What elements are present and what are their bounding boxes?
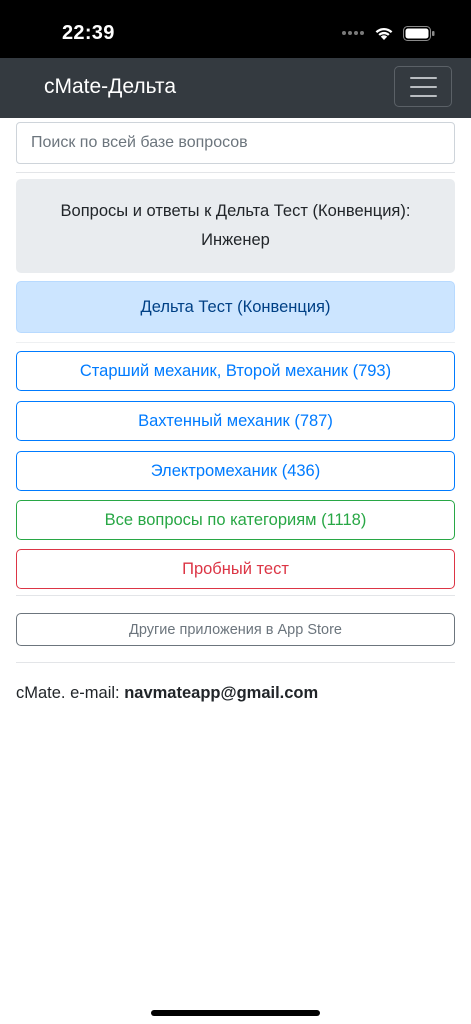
home-indicator (151, 1010, 320, 1016)
divider (16, 595, 455, 596)
main-content: Вопросы и ответы к Дельта Тест (Конвенци… (16, 122, 455, 703)
navbar-brand[interactable]: cMate-Дельта (44, 75, 176, 99)
all-questions-button[interactable]: Все вопросы по категориям (1118) (16, 500, 455, 540)
divider (16, 342, 455, 343)
intro-line-1: Вопросы и ответы к Дельта Тест (Конвенци… (60, 202, 411, 220)
info-banner: Дельта Тест (Конвенция) (16, 281, 455, 333)
status-time: 22:39 (62, 22, 115, 44)
footer-email-link[interactable]: navmateapp@gmail.com (124, 684, 318, 702)
hamburger-menu-icon (409, 76, 437, 79)
other-apps-button[interactable]: Другие приложения в App Store (16, 613, 455, 646)
hamburger-menu-icon (409, 94, 437, 97)
category-watch-engineer-button[interactable]: Вахтенный механик (787) (16, 401, 455, 441)
navbar-toggler-button[interactable] (394, 66, 452, 107)
wifi-icon (375, 27, 393, 40)
category-chief-engineer-button[interactable]: Старший механик, Второй механик (793) (16, 351, 455, 391)
hamburger-menu-icon (409, 85, 437, 88)
footer-prefix: cMate. e-mail: (16, 684, 125, 702)
signal-dots-icon (342, 31, 364, 35)
status-bar: 22:39 (0, 0, 471, 58)
footer-contact: cMate. e-mail: navmateapp@gmail.com (16, 684, 455, 703)
battery-icon (403, 25, 435, 41)
search-input[interactable] (16, 122, 455, 164)
status-icons (341, 25, 435, 41)
category-electrician-button[interactable]: Электромеханик (436) (16, 451, 455, 491)
intro-panel: Вопросы и ответы к Дельта Тест (Конвенци… (16, 179, 455, 273)
divider (16, 172, 455, 173)
divider (16, 662, 455, 663)
trial-test-button[interactable]: Пробный тест (16, 549, 455, 589)
navbar: cMate-Дельта (0, 58, 471, 118)
intro-line-2: Инженер (201, 231, 270, 249)
